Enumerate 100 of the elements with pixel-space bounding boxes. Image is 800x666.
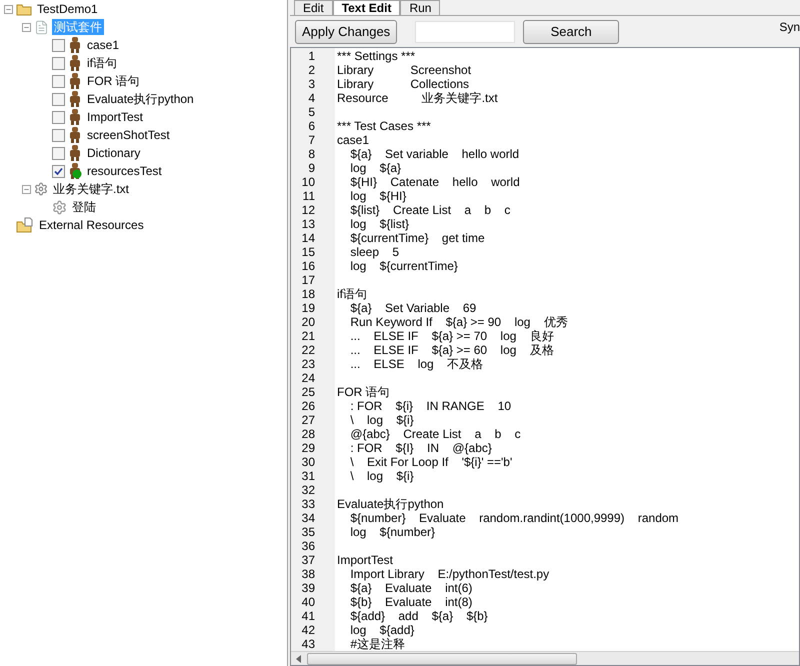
code-line: Resource 业务关键字.txt: [337, 91, 498, 105]
horizontal-scrollbar[interactable]: [291, 651, 799, 665]
search-button[interactable]: Search: [523, 20, 620, 44]
code-line: ... ELSE IF ${a} >= 70 log 良好: [349, 329, 554, 343]
code-line: Library Screenshot: [337, 63, 472, 77]
line-number: 13: [300, 217, 316, 231]
code-line: FOR 语句: [337, 385, 390, 399]
tree-item[interactable]: resourcesTest: [85, 163, 164, 179]
code-line: *** Test Cases ***: [337, 119, 431, 133]
line-number: 30: [300, 455, 316, 469]
line-number: 35: [300, 525, 316, 539]
line-number: 43: [300, 637, 316, 651]
code-line: #这是注释: [349, 637, 406, 651]
line-number: 17: [300, 273, 316, 287]
scrollbar-thumb[interactable]: [307, 652, 577, 664]
tree-item[interactable]: 业务关键字.txt: [51, 181, 132, 197]
tree-item[interactable]: Dictionary: [85, 145, 142, 161]
line-number: 37: [300, 553, 316, 567]
tree-item[interactable]: Evaluate执行python: [85, 91, 196, 107]
code-line: ImportTest: [337, 553, 394, 567]
line-number: 36: [300, 539, 316, 553]
code-line: Run Keyword If ${a} >= 90 log 优秀: [349, 315, 568, 329]
scroll-left-icon[interactable]: [296, 654, 302, 662]
code-line: log ${list}: [349, 217, 410, 231]
checkbox[interactable]: [52, 164, 65, 178]
code-line: Evaluate执行python: [337, 497, 444, 511]
checkbox[interactable]: [52, 128, 65, 142]
line-number: 39: [300, 581, 316, 595]
code-line: ${add} add ${a} ${b}: [349, 609, 488, 623]
line-number: 38: [300, 567, 316, 581]
tree-item[interactable]: screenShotTest: [85, 127, 172, 143]
line-number: 8: [307, 147, 316, 161]
code-line: ... ELSE IF ${a} >= 60 log 及格: [349, 343, 554, 357]
code-line: if语句: [337, 287, 367, 301]
line-number: 16: [300, 259, 316, 273]
tree-item[interactable]: FOR 语句: [85, 73, 142, 89]
line-number: 10: [300, 175, 316, 189]
line-number: 9: [307, 161, 316, 175]
code-line: \ log ${i}: [349, 413, 414, 427]
code-line: Import Library E:/pythonTest/test.py: [349, 567, 550, 581]
code-line: \ log ${i}: [349, 469, 414, 483]
line-number: 4: [307, 91, 316, 105]
code-editor[interactable]: [290, 47, 800, 666]
line-number: 31: [300, 469, 316, 483]
line-number: 24: [300, 371, 316, 385]
gear-icon: [34, 182, 48, 196]
checkbox[interactable]: [52, 146, 65, 160]
line-number: 29: [300, 441, 316, 455]
line-number: 15: [300, 245, 316, 259]
line-number: 21: [300, 329, 316, 343]
tab[interactable]: Text Edit: [332, 0, 400, 15]
folder-with-document-icon: [16, 217, 34, 233]
apply-changes-button[interactable]: Apply Changes: [295, 20, 398, 44]
line-number: 26: [300, 399, 316, 413]
tree-item[interactable]: External Resources: [37, 217, 146, 233]
line-number: 3: [307, 77, 316, 91]
tree-item[interactable]: 登陆: [70, 199, 98, 215]
code-line: log ${add}: [349, 623, 414, 637]
code-line: log ${number}: [349, 525, 436, 539]
tab[interactable]: Edit: [294, 0, 333, 15]
syntax-label: Syn: [778, 19, 800, 36]
code-line: ${number} Evaluate random.randint(1000,9999) random: [349, 511, 679, 525]
checkbox[interactable]: [52, 92, 65, 106]
code-line: ${a} Set variable hello world: [349, 147, 520, 161]
code-line: ${HI} Catenate hello world: [349, 175, 520, 189]
code-line: ${list} Create List a b c: [349, 203, 510, 217]
tab[interactable]: Run: [400, 0, 440, 15]
line-number: 20: [300, 315, 316, 329]
checkbox[interactable]: [52, 56, 65, 70]
line-number: 2: [307, 63, 316, 77]
search-field[interactable]: [415, 20, 516, 42]
line-number: 23: [300, 357, 316, 371]
collapse-toggle-icon[interactable]: [4, 4, 13, 14]
line-number: 40: [300, 595, 316, 609]
tree-item[interactable]: ImportTest: [85, 109, 146, 125]
line-number: 19: [300, 301, 316, 315]
code-line: *** Settings ***: [337, 49, 416, 63]
checkbox[interactable]: [52, 38, 65, 52]
code-line: Library Collections: [337, 77, 470, 91]
tree-item[interactable]: if语句: [85, 55, 119, 71]
code-line: ${currentTime} get time: [349, 231, 485, 245]
tree-item[interactable]: case1: [85, 37, 122, 53]
checkbox[interactable]: [52, 74, 65, 88]
line-number: 5: [307, 105, 316, 119]
code-line: : FOR ${I} IN @{abc}: [349, 441, 492, 455]
line-number: 25: [300, 385, 316, 399]
line-number: 34: [300, 511, 316, 525]
collapse-toggle-icon[interactable]: [22, 184, 31, 194]
code-line: sleep 5: [349, 245, 400, 259]
tree-item[interactable]: TestDemo1: [35, 1, 100, 17]
gear-icon: [52, 200, 67, 214]
line-number: 42: [300, 623, 316, 637]
line-number: 27: [300, 413, 316, 427]
line-number: 41: [300, 609, 316, 623]
line-number: 18: [300, 287, 316, 301]
line-number: 28: [300, 427, 316, 441]
collapse-toggle-icon[interactable]: [22, 22, 31, 32]
code-line: ... ELSE log 不及格: [349, 357, 484, 371]
code-line: : FOR ${i} IN RANGE 10: [349, 399, 512, 413]
checkbox[interactable]: [52, 110, 65, 124]
